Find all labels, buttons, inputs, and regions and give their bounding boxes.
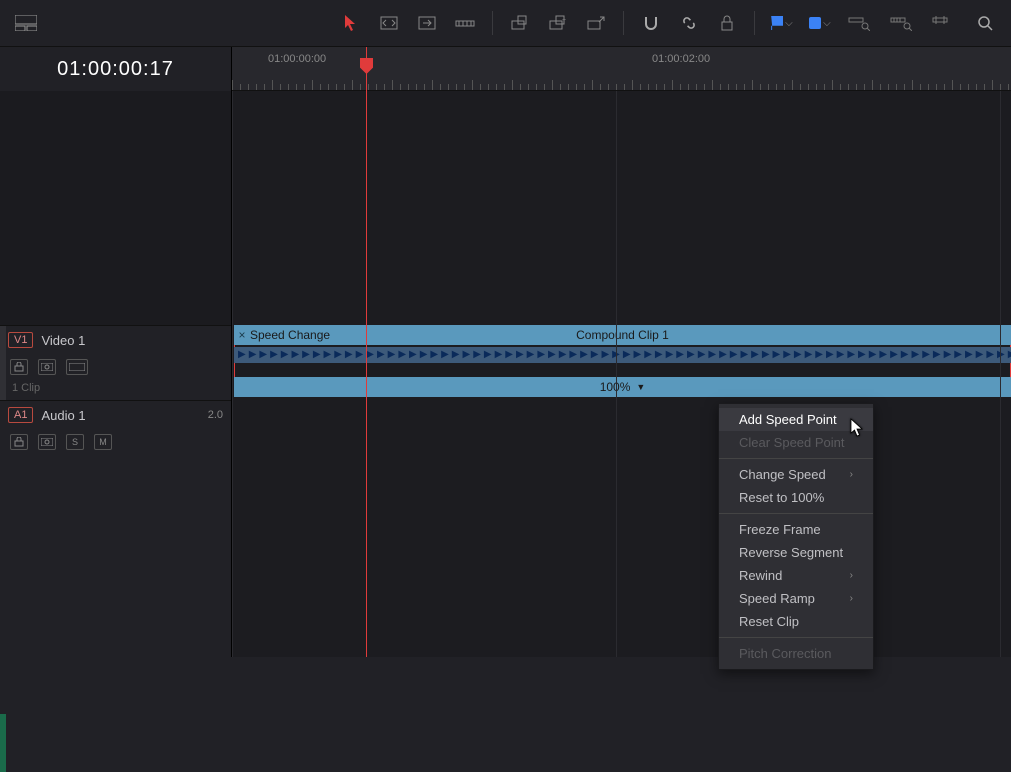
zoom-detail-icon[interactable]	[885, 7, 917, 39]
chevron-right-icon: ›	[850, 593, 853, 604]
auto-select-icon[interactable]	[38, 359, 56, 375]
chevron-down-icon: ▼	[636, 382, 645, 392]
menu-item-rewind[interactable]: Rewind›	[719, 564, 873, 587]
flag-dropdown[interactable]: ⌵	[767, 7, 797, 39]
lock-track-icon[interactable]	[10, 359, 28, 375]
ruler-label: 01:00:00:00	[268, 53, 326, 65]
clip-name: Compound Clip 1	[576, 328, 669, 342]
trim-start-icon[interactable]	[374, 7, 404, 39]
menu-item-reset-clip[interactable]: Reset Clip	[719, 610, 873, 633]
video-track-name: Video 1	[41, 333, 85, 348]
timecode-bar: 01:00:00:17 01:00:00:00 01:00:02:00	[0, 47, 1011, 91]
lock-icon[interactable]	[712, 7, 742, 39]
zoom-custom-icon[interactable]	[927, 7, 959, 39]
close-icon[interactable]: ×	[234, 328, 250, 342]
timeline-view-icon[interactable]	[10, 7, 42, 39]
menu-item-freeze-frame[interactable]: Freeze Frame	[719, 518, 873, 541]
trim-end-icon[interactable]	[412, 7, 442, 39]
audio-channels: 2.0	[208, 409, 223, 421]
track-view-icon[interactable]	[66, 359, 88, 375]
zoom-full-icon[interactable]	[843, 7, 875, 39]
video-track-header[interactable]: V1 Video 1 1 Clip	[0, 325, 231, 400]
auto-select-icon[interactable]	[38, 434, 56, 450]
audio-track-header[interactable]: A1 Audio 1 2.0 S M	[0, 400, 231, 455]
speed-arrows: ▶▶▶▶▶▶▶▶▶▶▶▶▶▶▶▶▶▶▶▶▶▶▶▶▶▶▶▶▶▶▶▶▶▶▶▶▶▶▶▶…	[234, 347, 1011, 363]
menu-item-reverse-segment[interactable]: Reverse Segment	[719, 541, 873, 564]
chevron-right-icon: ›	[850, 469, 853, 480]
menu-item-change-speed[interactable]: Change Speed›	[719, 463, 873, 486]
svg-text:+: +	[562, 17, 566, 24]
speed-label: Speed Change	[250, 328, 330, 342]
solo-button[interactable]: S	[66, 434, 84, 450]
audio-track-badge[interactable]: A1	[8, 407, 33, 423]
replace-icon[interactable]	[581, 7, 611, 39]
timeline-ruler[interactable]: 01:00:00:00 01:00:02:00	[232, 47, 1011, 91]
audio-track-name: Audio 1	[41, 408, 85, 423]
search-icon[interactable]	[969, 7, 1001, 39]
selection-tool-icon[interactable]	[336, 7, 366, 39]
lock-track-icon[interactable]	[10, 434, 28, 450]
overwrite-icon[interactable]: +	[543, 7, 573, 39]
video-track-badge[interactable]: V1	[8, 332, 33, 348]
marker-dropdown[interactable]: ⌵	[805, 7, 835, 39]
speed-percent-dropdown[interactable]: 100% ▼	[234, 377, 1011, 397]
menu-item-clear-speed-point: Clear Speed Point	[719, 431, 873, 454]
clip-count: 1 Clip	[0, 380, 231, 400]
razor-icon[interactable]	[450, 7, 480, 39]
menu-item-pitch-correction: Pitch Correction	[719, 642, 873, 665]
link-icon[interactable]	[674, 7, 704, 39]
timecode-display[interactable]: 01:00:00:17	[0, 47, 232, 91]
snap-icon[interactable]	[636, 7, 666, 39]
ruler-label: 01:00:02:00	[652, 53, 710, 65]
chevron-right-icon: ›	[850, 570, 853, 581]
speed-context-menu: Add Speed PointClear Speed Point Change S…	[718, 403, 874, 670]
speed-change-bar[interactable]: × Speed Change Compound Clip 1	[234, 325, 1011, 345]
timeline-area[interactable]: × Speed Change Compound Clip 1 ▶▶▶▶▶▶▶▶▶…	[232, 91, 1011, 657]
menu-item-reset-to-100-[interactable]: Reset to 100%	[719, 486, 873, 509]
track-headers: V1 Video 1 1 Clip A1 Audio 1 2.0 S M	[0, 91, 232, 657]
menu-item-speed-ramp[interactable]: Speed Ramp›	[719, 587, 873, 610]
toolbar: + ⌵ ⌵	[0, 0, 1011, 47]
mute-button[interactable]: M	[94, 434, 112, 450]
insert-icon[interactable]	[505, 7, 535, 39]
menu-item-add-speed-point[interactable]: Add Speed Point	[719, 408, 873, 431]
